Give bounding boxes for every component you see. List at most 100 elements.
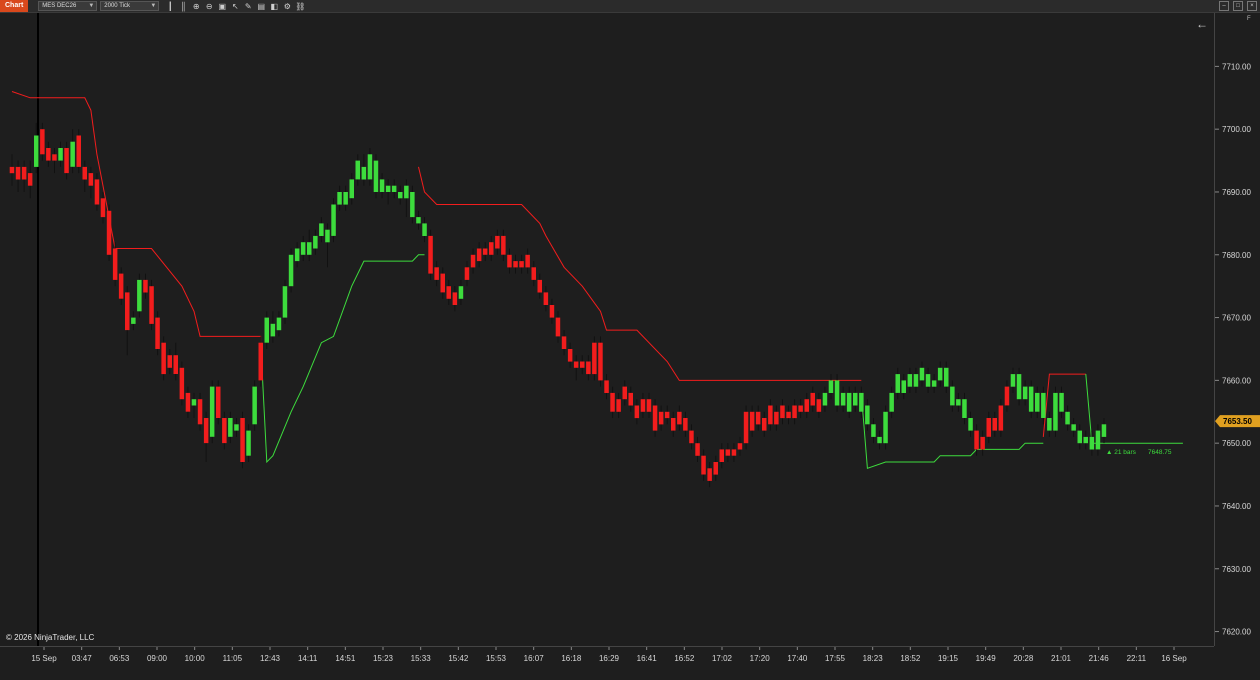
time-axis-canvas: 15 Sep 03:47 06:53 09:00 10:00 11:05 12:43 14:1… (31, 647, 1187, 663)
candle (931, 380, 937, 387)
candle (634, 405, 640, 419)
candle (464, 267, 470, 280)
strategies-icon[interactable]: ◧ (269, 1, 279, 11)
candle (895, 374, 900, 393)
candle (871, 424, 876, 437)
candle (853, 392, 858, 406)
candle (980, 436, 985, 450)
candle (361, 166, 367, 180)
candle (276, 317, 282, 331)
candle (112, 248, 118, 280)
candle (865, 405, 870, 425)
candle (300, 242, 306, 255)
candle (489, 242, 494, 255)
candle (228, 418, 233, 437)
candle (628, 392, 633, 406)
candle (440, 273, 445, 293)
candle (1059, 392, 1064, 412)
candle (586, 361, 591, 375)
candle (822, 392, 828, 406)
link-icon[interactable]: ⛓ (295, 1, 305, 11)
candle (986, 418, 991, 437)
interval-selector[interactable]: 2000 Tick ▼ (100, 1, 160, 11)
candle (695, 443, 700, 456)
candle (391, 185, 397, 192)
candle (1010, 374, 1016, 387)
candle (604, 380, 609, 393)
time-tick-label: 03:47 (72, 654, 93, 663)
candle (507, 254, 512, 268)
maximize-icon[interactable]: □ (1233, 1, 1243, 11)
candle (307, 242, 312, 255)
chart-trader-icon[interactable]: ⚙ (282, 1, 292, 11)
chart-style-icon[interactable]: ║ (178, 1, 188, 11)
candle (1041, 392, 1046, 418)
pencil-icon[interactable]: ✎ (243, 1, 253, 11)
price-tick-label: 7620.00 (1222, 628, 1251, 637)
price-tick-label: 7710.00 (1222, 62, 1251, 71)
back-arrow-icon[interactable]: ← (1196, 17, 1208, 31)
drawing-tool-icon[interactable]: ↖ (230, 1, 240, 11)
candle (252, 386, 257, 425)
indicators-icon[interactable]: ▤ (256, 1, 266, 11)
candle (913, 374, 919, 387)
candle (58, 148, 63, 161)
candle (689, 430, 694, 444)
candle (731, 449, 737, 456)
candle (1095, 430, 1101, 450)
candle (610, 392, 615, 412)
candle (9, 166, 15, 174)
candle (592, 342, 597, 375)
candle (840, 392, 846, 406)
candle (428, 235, 433, 274)
candle (889, 392, 894, 412)
candle (749, 411, 755, 431)
close-icon[interactable]: × (1247, 1, 1257, 11)
candle (671, 418, 676, 431)
time-tick-label: 16:07 (524, 654, 545, 663)
candle (76, 135, 81, 167)
candle (246, 430, 251, 456)
time-tick-label: 06:53 (109, 654, 130, 663)
time-tick-label: 15 Sep (31, 654, 57, 663)
price-chart[interactable]: ▲ 21 bars 7648.75 (0, 13, 1214, 646)
minimize-icon[interactable]: – (1219, 1, 1229, 11)
properties-icon[interactable]: ▣ (217, 1, 227, 11)
chart-tab[interactable]: Chart (0, 0, 29, 12)
candle (743, 411, 749, 444)
time-tick-label: 12:43 (260, 654, 281, 663)
candle (313, 235, 318, 249)
candle (828, 380, 834, 393)
candle (950, 386, 955, 406)
zoom-in-icon[interactable]: ⊕ (191, 1, 201, 11)
candle (883, 411, 888, 444)
candle (804, 399, 809, 412)
instrument-label: MES DEC26 (42, 3, 77, 9)
price-axis[interactable]: 7710.00 7700.00 7690.00 7680.00 7670.00 7660.… (1214, 13, 1260, 646)
candle (543, 292, 549, 305)
instrument-selector[interactable]: MES DEC26 ▼ (38, 1, 98, 11)
time-axis[interactable]: 15 Sep 03:47 06:53 09:00 10:00 11:05 12:43 14:1… (0, 646, 1214, 675)
candle (707, 468, 712, 481)
candle (968, 418, 973, 431)
chevron-down-icon: ▼ (88, 3, 95, 9)
candle (859, 392, 864, 412)
time-tick-label: 22:11 (1127, 654, 1147, 663)
candle (713, 462, 718, 475)
candle (495, 235, 500, 249)
candle (325, 229, 330, 243)
chart-canvas[interactable]: ▲ 21 bars 7648.75 (0, 13, 1214, 646)
bars-type-icon[interactable]: ┃ (165, 1, 175, 11)
candle (222, 418, 227, 444)
time-tick-label: 18:23 (863, 654, 884, 663)
candle (15, 166, 21, 180)
candle (264, 317, 269, 343)
time-tick-label: 14:11 (298, 654, 318, 663)
zoom-out-icon[interactable]: ⊖ (204, 1, 214, 11)
candle (179, 367, 185, 400)
time-tick-label: 19:49 (976, 654, 997, 663)
time-tick-label: 09:00 (147, 654, 168, 663)
time-tick-label: 15:42 (448, 654, 469, 663)
time-tick-label: 20:28 (1013, 654, 1034, 663)
candle (100, 198, 106, 218)
